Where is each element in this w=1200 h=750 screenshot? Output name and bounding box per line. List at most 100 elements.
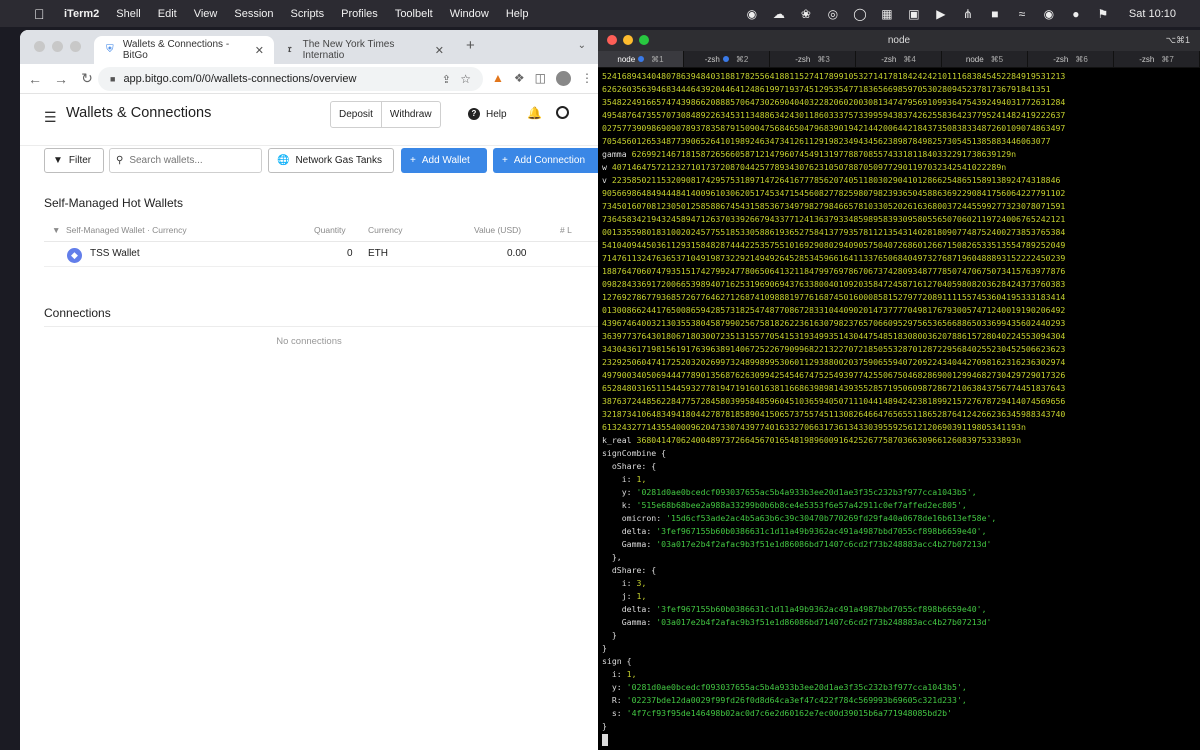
sidepanel-icon[interactable]: ◫ (535, 71, 546, 86)
wallet-name[interactable]: TSS Wallet (90, 248, 140, 259)
terminal-tab-3[interactable]: -zsh ⌘3 (770, 51, 856, 67)
minimize-window-icon[interactable] (52, 41, 63, 52)
terminal-tab-7[interactable]: -zsh ⌘7 (1114, 51, 1200, 67)
extensions-area: ▲ ❖ ◫ ⋮ (492, 71, 593, 86)
reload-icon[interactable]: ↻ (76, 70, 98, 87)
menu-item-view[interactable]: View (194, 8, 218, 20)
help-icon: ? (468, 108, 480, 120)
withdraw-button[interactable]: Withdraw (380, 102, 440, 127)
bell-icon[interactable]: 🔔 (527, 106, 542, 120)
tab-bitgo[interactable]: ⛨ Wallets & Connections - BitGo ✕ (94, 36, 274, 64)
menu-item-window[interactable]: Window (450, 8, 489, 20)
col-quantity[interactable]: Quantity (314, 225, 346, 235)
hamburger-icon[interactable]: ☰ (44, 109, 57, 126)
col-num[interactable]: # L (560, 225, 572, 235)
table-row[interactable]: ◆ TSS Wallet 0 ETH 0.00 (44, 243, 598, 267)
ethereum-icon: ◆ (67, 248, 82, 263)
tab-strip: ⛨ Wallets & Connections - BitGo ✕ 𝔯 The … (20, 30, 598, 64)
back-icon[interactable]: ← (24, 71, 46, 87)
url-bar[interactable]: ■ app.bitgo.com/0/0/wallets-connections/… (98, 67, 483, 91)
menu-item-edit[interactable]: Edit (158, 8, 177, 20)
maximize-window-icon[interactable] (639, 35, 649, 45)
help-button[interactable]: ? Help (468, 108, 507, 120)
key: R: (611, 695, 622, 705)
terminal-titlebar: node ⌥⌘1 (598, 30, 1200, 51)
siri-icon[interactable]: ● (1069, 7, 1083, 21)
gamma-label: gamma (602, 149, 627, 159)
col-wallet[interactable]: Self-Managed Wallet · Currency (66, 225, 187, 235)
close-tab-icon[interactable]: ✕ (255, 44, 264, 57)
close-tab-icon[interactable]: ✕ (435, 44, 444, 57)
new-tab-icon[interactable]: + (466, 37, 475, 54)
value: '515e68b68bee2a988a33299b0b6b8ce4e5353f6… (636, 500, 967, 510)
search-wallets[interactable]: ⚲ (109, 148, 262, 173)
record-icon[interactable]: ◉ (745, 7, 759, 21)
butterfly-icon[interactable]: ❀ (799, 7, 813, 21)
terminal-tab-6[interactable]: -zsh ⌘6 (1028, 51, 1114, 67)
col-currency[interactable]: Currency (368, 225, 402, 235)
close-window-icon[interactable] (34, 41, 45, 52)
url-text[interactable]: app.bitgo.com/0/0/wallets-connections/ov… (123, 73, 356, 85)
w-value: 4071464757212327101737208704425778934307… (611, 162, 1007, 172)
cloud-icon[interactable]: ☁ (772, 7, 786, 21)
oshare-gamma: Gamma: '03a017e2b4f2afac9b3f51e1d86086bd… (602, 538, 1198, 551)
share-icon[interactable]: ⇪ (442, 73, 451, 86)
control-center-icon[interactable]: ◉ (1042, 7, 1056, 21)
metamask-icon[interactable]: ▲ (492, 71, 504, 86)
add-connection-button[interactable]: + Add Connection (493, 148, 598, 173)
more-menu-icon[interactable]: ⋮ (581, 71, 593, 86)
terminal-tab-4[interactable]: -zsh ⌘4 (856, 51, 942, 67)
key: delta: (621, 604, 652, 614)
forward-icon[interactable]: → (50, 71, 72, 87)
maximize-window-icon[interactable] (70, 41, 81, 52)
menu-item-scripts[interactable]: Scripts (291, 8, 325, 20)
output-line: 6262603563946834446439204464124861997193… (602, 84, 1051, 94)
cursor[interactable] (602, 733, 608, 746)
display-icon[interactable]: ▣ (907, 7, 921, 21)
add-wallet-button[interactable]: + Add Wallet (401, 148, 487, 173)
dshare-close: } (602, 629, 1198, 642)
filter-button[interactable]: ▼ Filter (44, 148, 104, 173)
v-value: 2235850211532090817429575318971472641677… (611, 175, 1061, 185)
minimize-window-icon[interactable] (623, 35, 633, 45)
lock-icon[interactable]: ■ (110, 74, 115, 84)
profile-avatar-icon[interactable] (556, 71, 571, 86)
control-icon[interactable]: ◎ (826, 7, 840, 21)
shield-icon[interactable]: ◯ (853, 7, 867, 21)
close-window-icon[interactable] (607, 35, 617, 45)
prompt-line[interactable] (602, 733, 1198, 746)
value: 1, (636, 591, 647, 601)
puzzle-icon[interactable]: ❖ (514, 71, 525, 86)
grid-icon[interactable]: ▦ (880, 7, 894, 21)
search-input[interactable] (129, 155, 250, 166)
output-line: 3430436171981561917639638914067252267909… (602, 344, 1066, 354)
tab-nytimes[interactable]: 𝔯 The New York Times Internatio ✕ (274, 36, 454, 64)
menu-item-help[interactable]: Help (506, 8, 529, 20)
user-icon[interactable] (556, 106, 569, 119)
deposit-button[interactable]: Deposit (331, 102, 381, 127)
menu-item-session[interactable]: Session (234, 8, 273, 20)
bluetooth-icon[interactable]: ⋔ (961, 7, 975, 21)
window-controls (34, 41, 81, 52)
bookmark-star-icon[interactable]: ☆ (460, 72, 471, 86)
terminal-tab-5[interactable]: node ⌘5 (942, 51, 1028, 67)
oshare-label: oShare: { (611, 461, 657, 471)
col-value[interactable]: Value (USD) (474, 225, 521, 235)
terminal-tab-2[interactable]: -zsh ⌘2 (684, 51, 770, 67)
menu-clock[interactable]: Sat 10:10 (1129, 8, 1176, 20)
menu-app-name[interactable]: iTerm2 (64, 8, 99, 20)
wifi-icon[interactable]: ≈ (1015, 7, 1029, 21)
terminal-output[interactable]: 5241689434048078639484031881782556418811… (602, 70, 1198, 746)
keyboard-input-icon[interactable]: ■ (988, 7, 1002, 21)
network-gas-tanks-button[interactable]: 🌐 Network Gas Tanks (268, 148, 394, 173)
menu-item-profiles[interactable]: Profiles (341, 8, 378, 20)
volume-icon[interactable]: ▶ (934, 7, 948, 21)
apple-icon[interactable]:  (34, 7, 48, 21)
collapse-caret-icon[interactable]: ▼ (52, 225, 60, 235)
menu-item-shell[interactable]: Shell (116, 8, 140, 20)
terminal-tab-1[interactable]: node ⌘1 (598, 51, 684, 67)
chevron-down-icon[interactable]: ⌄ (578, 40, 586, 51)
menu-item-toolbelt[interactable]: Toolbelt (395, 8, 433, 20)
flag-icon[interactable]: ⚑ (1096, 7, 1110, 21)
key: j: (621, 591, 632, 601)
